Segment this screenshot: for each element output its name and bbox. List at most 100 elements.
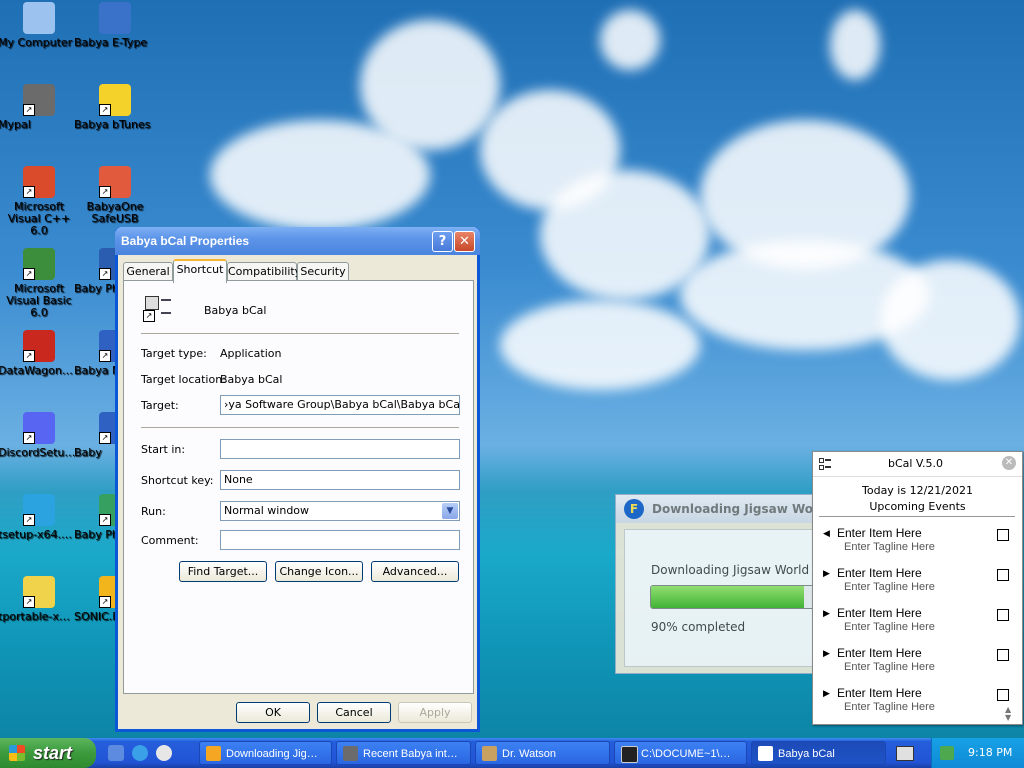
progress-fill [651,586,804,608]
shortcut-arrow-icon: ↗ [99,104,111,116]
bcal-header: bCal V.5.0 ✕ [813,452,1022,477]
desktop-icon-label: Microsoft Visual Basic 6.0 [6,282,72,319]
run-select[interactable]: Normal window ▼ [220,501,460,521]
quicklaunch-settings-icon[interactable] [108,745,124,761]
tab-general[interactable]: General [123,262,173,281]
task-label: Babya bCal [778,748,835,760]
desktop-icon[interactable]: Babya E-Type [74,2,156,49]
app-icon [23,2,55,34]
task-babya-bcal[interactable]: Babya bCal [751,741,886,765]
desktop-icon[interactable]: ↗ DiscordSetu… [0,412,80,459]
advanced-button[interactable]: Advanced... [371,561,459,582]
event-tagline: Enter Tagline Here [844,701,935,713]
task-command-prompt[interactable]: C:\DOCUME~1\… [614,741,747,765]
shortcut-arrow-icon: ↗ [99,432,111,444]
scroll-arrows-icon[interactable]: ▲ ▼ [1005,706,1011,722]
close-button[interactable]: ✕ [454,231,475,252]
keyboard-icon[interactable] [896,746,914,761]
app-icon: ↗ [23,84,55,116]
fileplanet-icon [206,746,221,761]
desktop-icon-label: Babya E-Type [74,36,148,49]
start-button[interactable]: start [0,738,96,768]
event-checkbox[interactable] [997,529,1009,541]
event-item[interactable]: ▶ Enter Item Here Enter Tagline Here [821,646,1011,680]
ok-button[interactable]: OK [236,702,310,723]
task-label: C:\DOCUME~1\… [641,748,731,760]
desktop-icon[interactable]: ↗ Microsoft Visual C++ 6.0 [0,166,80,237]
clock[interactable]: 9:18 PM [968,738,1012,768]
event-checkbox[interactable] [997,649,1009,661]
tab-compatibility[interactable]: Compatibility [227,262,301,281]
event-checkbox[interactable] [997,609,1009,621]
shortcut-arrow-icon: ↗ [23,104,35,116]
task-recent-babya[interactable]: Recent Babya int… [336,741,471,765]
download-title: Downloading Jigsaw World ( [652,502,826,516]
bcal-upcoming: Upcoming Events [869,500,966,513]
properties-titlebar[interactable]: Babya bCal Properties ? ✕ [115,227,480,255]
caret-right-icon[interactable]: ▶ [823,689,830,699]
app-icon: ↗ [23,412,55,444]
event-item[interactable]: ◀ Enter Item Here Enter Tagline Here [821,526,1011,560]
desktop-icon[interactable]: My Computer [0,2,80,49]
shortcut-arrow-icon: ↗ [23,268,35,280]
dr-watson-icon [482,746,497,761]
system-tray: 9:18 PM [931,738,1024,768]
desktop-icon-label: Mypal [0,118,31,131]
event-item[interactable]: ▶ Enter Item Here Enter Tagline Here [821,686,1011,720]
event-tagline: Enter Tagline Here [844,541,935,553]
tab-shortcut[interactable]: Shortcut [173,259,227,283]
app-icon: ↗ [99,166,131,198]
event-checkbox[interactable] [997,569,1009,581]
shortcut-panel: ↗ Babya bCal Target type: Application Ta… [123,280,474,694]
shortcut-arrow-icon: ↗ [23,432,35,444]
shortcut-arrow-icon: ↗ [99,268,111,280]
app-icon: ↗ [23,494,55,526]
download-titlebar[interactable]: F Downloading Jigsaw World ( [616,495,826,523]
caret-right-icon[interactable]: ▶ [823,609,830,619]
comment-field[interactable] [220,530,460,550]
event-item[interactable]: ▶ Enter Item Here Enter Tagline Here [821,566,1011,600]
internet-explorer-icon[interactable] [132,745,148,761]
caret-right-icon[interactable]: ▶ [823,569,830,579]
apply-button[interactable]: Apply [398,702,472,723]
separator [141,333,459,334]
desktop-icon-label: tsetup-x64.… [0,528,73,541]
download-window: F Downloading Jigsaw World ( Downloading… [615,494,827,674]
event-checkbox[interactable] [997,689,1009,701]
cancel-button[interactable]: Cancel [317,702,391,723]
desktop-icon[interactable]: ↗ DataWagon… [0,330,80,377]
shortcut-arrow-icon: ↗ [23,514,35,526]
task-dr-watson[interactable]: Dr. Watson [475,741,610,765]
media-player-icon[interactable] [156,745,172,761]
shortcut-arrow-icon: ↗ [23,596,35,608]
window-title: Babya bCal Properties [121,234,250,248]
task-downloading[interactable]: Downloading Jig… [199,741,332,765]
close-icon[interactable]: ✕ [1002,456,1016,470]
event-name: Enter Item Here [837,526,922,540]
shortcut-arrow-icon: ↗ [99,186,111,198]
desktop-icon[interactable]: ↗ tsetup-x64.… [0,494,80,541]
target-location-label: Target location: [141,373,226,386]
shortcut-arrow-icon: ↗ [99,596,111,608]
shortcut-key-field[interactable]: None [220,470,460,490]
desktop-icon[interactable]: ↗ Babya bTunes [74,84,156,131]
network-icon[interactable] [940,746,954,760]
desktop-icon[interactable]: ↗ Mypal [0,84,80,131]
target-label: Target: [141,399,179,412]
caret-left-icon[interactable]: ◀ [823,529,830,539]
target-field[interactable]: ›ya Software Group\Babya bCal\Babya bCal… [220,395,460,415]
desktop-icon[interactable]: ↗ tportable-x… [0,576,80,623]
start-in-field[interactable] [220,439,460,459]
event-name: Enter Item Here [837,686,922,700]
help-button[interactable]: ? [432,231,453,252]
chevron-down-icon[interactable]: ▼ [442,503,458,519]
download-message: Downloading Jigsaw World [651,563,810,577]
app-f-icon: F [624,499,644,519]
event-item[interactable]: ▶ Enter Item Here Enter Tagline Here [821,606,1011,640]
tab-security[interactable]: Security [297,262,349,281]
desktop-icon[interactable]: ↗ Microsoft Visual Basic 6.0 [0,248,80,319]
desktop-icon[interactable]: ↗ BabyaOne SafeUSB [74,166,156,225]
change-icon-button[interactable]: Change Icon... [275,561,363,582]
caret-right-icon[interactable]: ▶ [823,649,830,659]
find-target-button[interactable]: Find Target... [179,561,267,582]
